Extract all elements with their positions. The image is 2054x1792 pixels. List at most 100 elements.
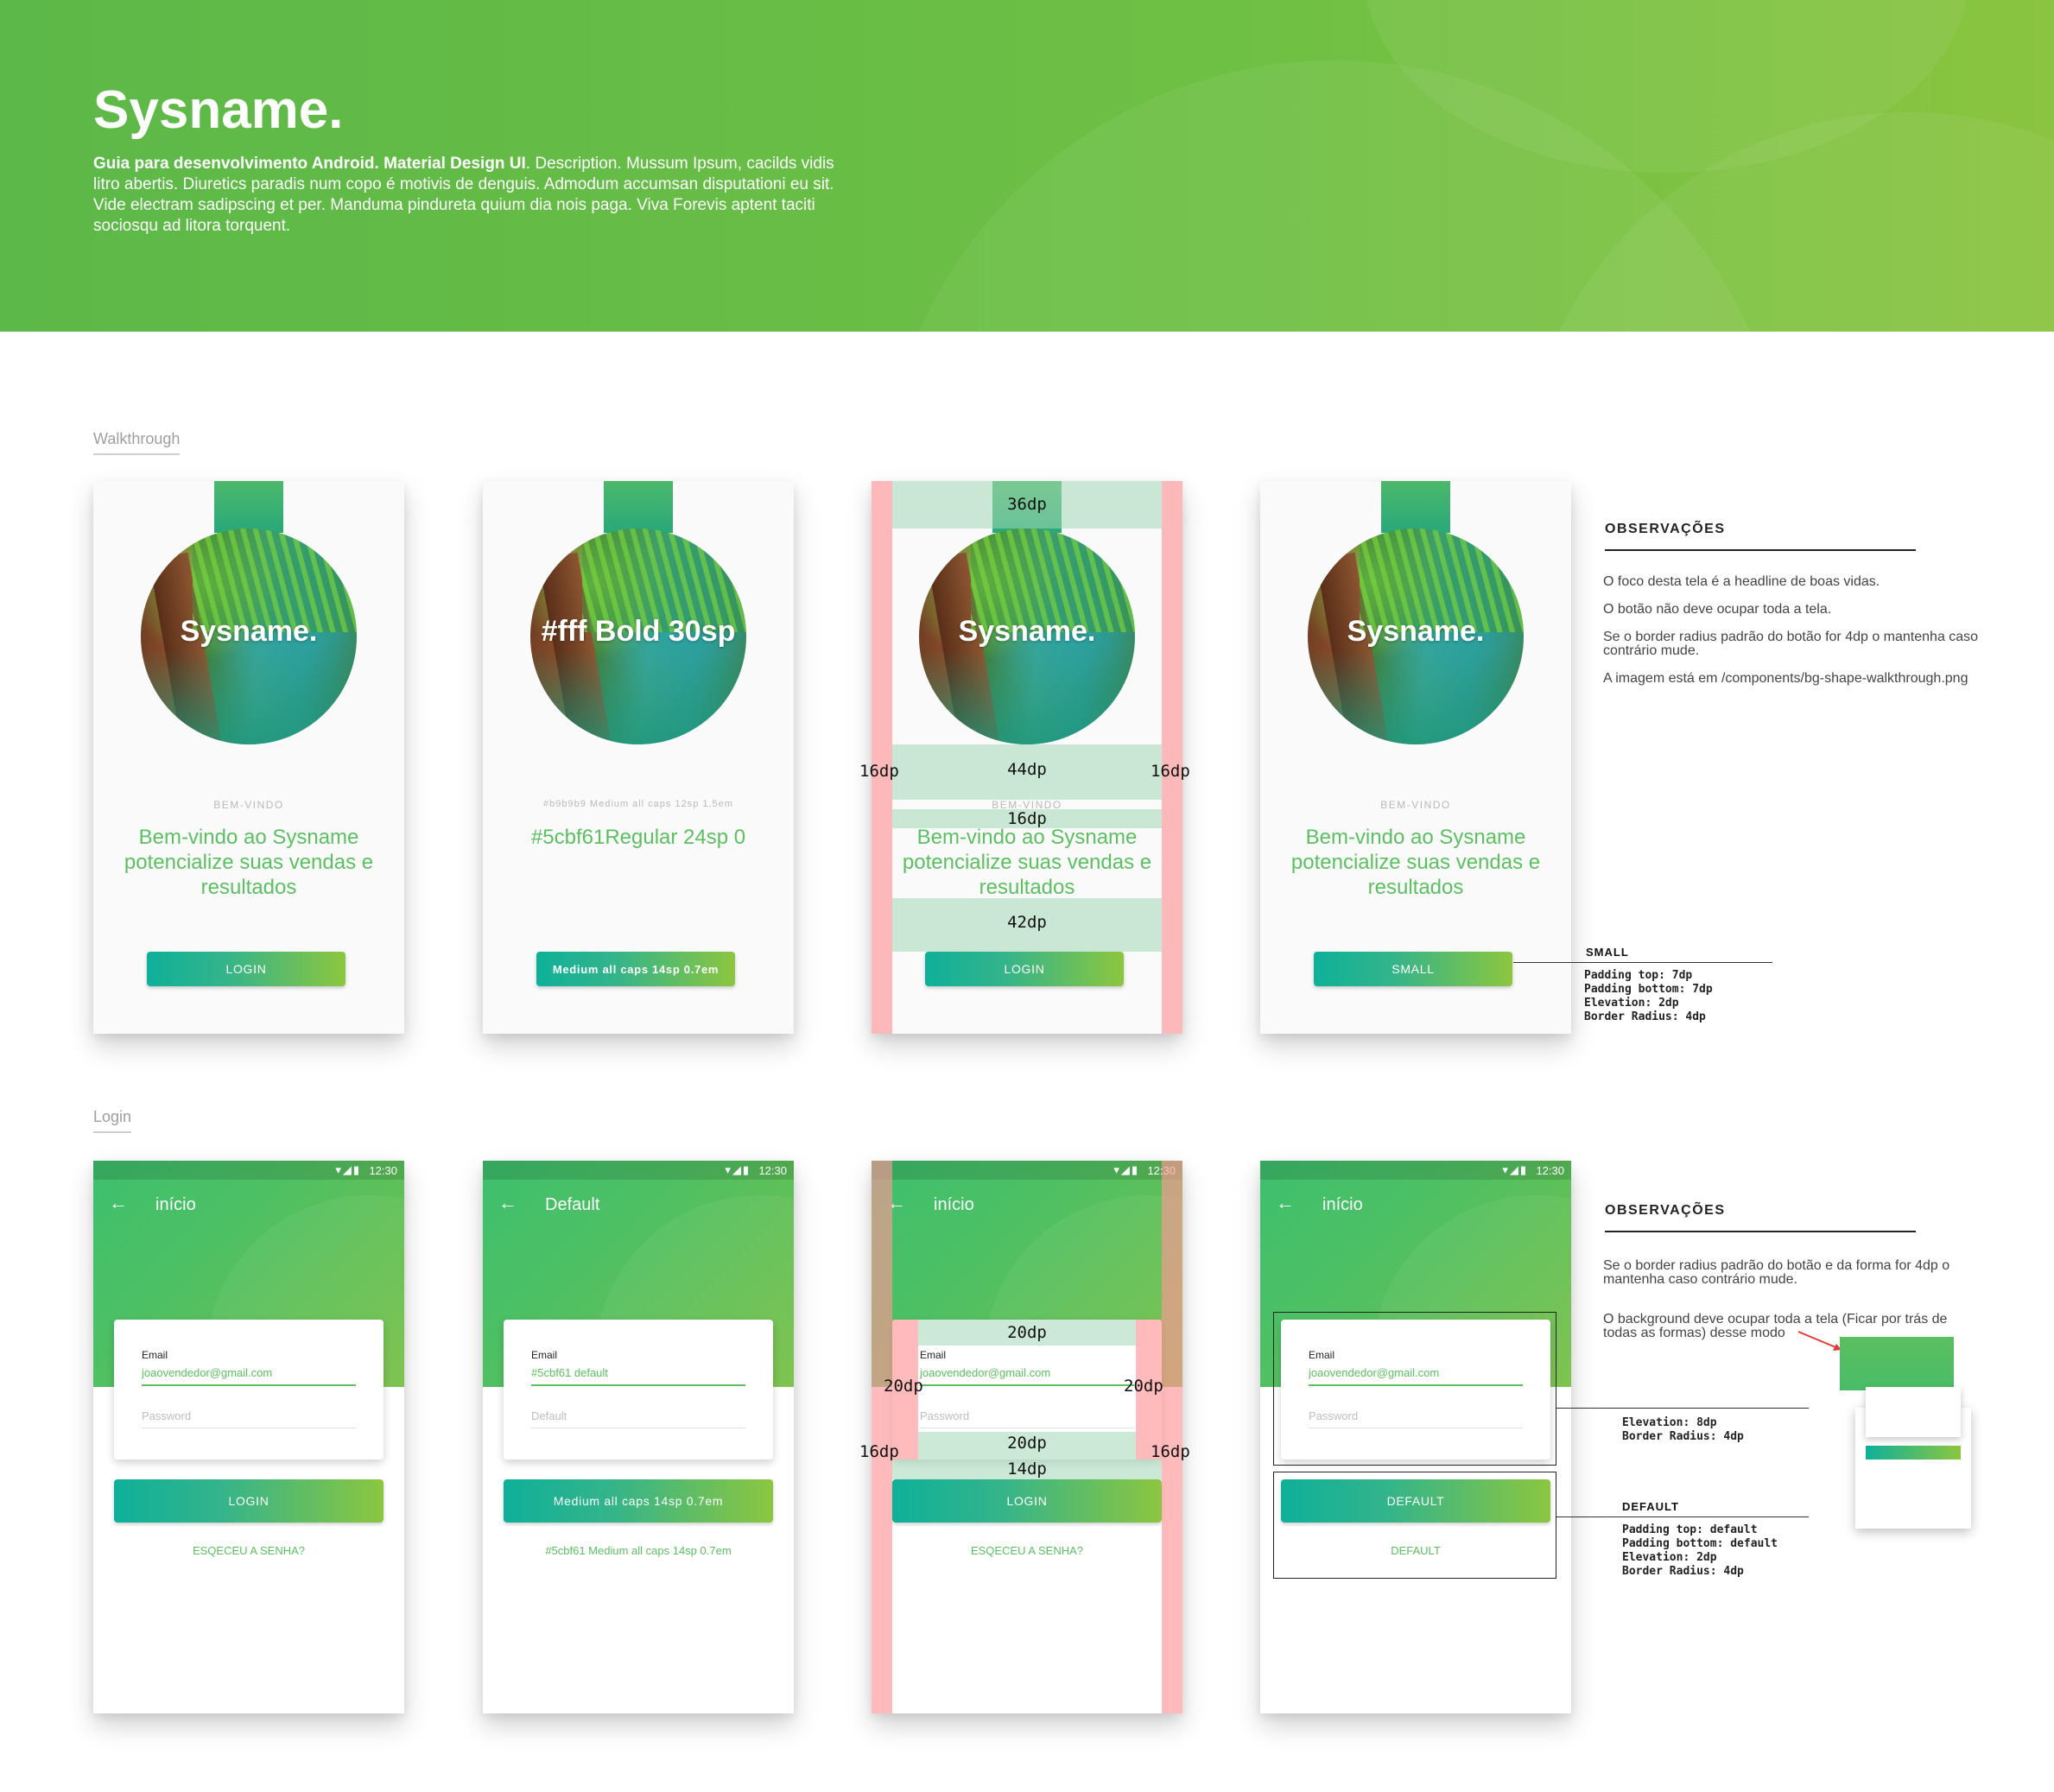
- note-item: O botão não deve ocupar toda a tela.: [1603, 602, 1832, 617]
- status-bar: ▾◢▮12:30: [483, 1161, 794, 1180]
- appbar-title: início: [934, 1195, 974, 1214]
- measure-top: 36dp: [1007, 495, 1047, 514]
- page-title: Sysname.: [93, 80, 344, 140]
- hero-banner: Sysname. Guia para desenvolvimento Andro…: [0, 0, 2054, 332]
- notes-title: OBSERVAÇÕES: [1605, 522, 1916, 551]
- measure-right: 20dp: [1124, 1377, 1163, 1396]
- brand-name: Sysname.: [1347, 615, 1485, 648]
- measure-left: 16dp: [859, 762, 899, 781]
- headline: Bem-vindo ao Sysname potencialize suas v…: [902, 826, 1152, 899]
- measure-left: 20dp: [884, 1377, 923, 1396]
- measure-mid: 44dp: [1007, 760, 1047, 779]
- login-form-card: Email joaovendedor@gmail.com Password: [114, 1320, 384, 1460]
- spec-pointer-line: [1513, 962, 1772, 963]
- kicker-text: BEM-VINDO: [213, 799, 284, 811]
- header-tab: [214, 481, 283, 533]
- login-button[interactable]: LOGIN: [147, 952, 346, 986]
- walkthrough-card: Sysname. BEM-VINDO Bem-vindo ao Sysname …: [93, 481, 404, 1034]
- link-spec[interactable]: #5cbf61 Medium all caps 14sp 0.7em: [483, 1544, 794, 1557]
- brand-name: Sysname.: [180, 615, 318, 648]
- form-spec-details: Elevation: 8dp Border Radius: 4dp: [1622, 1416, 1744, 1444]
- illustration-form: [1866, 1387, 1961, 1437]
- login-card-spec: ▾◢▮ 12:30 ← Default Email #5cbf61 default…: [483, 1161, 794, 1713]
- small-spec-title: SMALL: [1586, 946, 1629, 959]
- spec-line-text: Padding top: 7dp: [1584, 969, 1693, 982]
- note-item: Se o border radius padrão do botão for 4…: [1603, 630, 1979, 658]
- email-field[interactable]: joaovendedor@gmail.com: [142, 1366, 356, 1386]
- note-item: A imagem está em /components/bg-shape-wa…: [1603, 671, 1968, 686]
- kicker-text: BEM-VINDO: [1380, 799, 1451, 811]
- page-description: Guia para desenvolvimento Android. Mater…: [93, 154, 845, 237]
- email-label: Email: [531, 1349, 558, 1361]
- notes-title: OBSERVAÇÕES: [1605, 1203, 1916, 1232]
- small-button[interactable]: SMALL: [1314, 952, 1512, 986]
- button-spec[interactable]: Medium all caps 14sp 0.7em: [504, 1479, 773, 1523]
- email-field[interactable]: joaovendedor@gmail.com: [920, 1366, 1134, 1386]
- header-tab: [1381, 481, 1450, 533]
- measure-right: 16dp: [1151, 762, 1190, 781]
- brand-name: Sysname.: [958, 615, 1096, 648]
- email-label: Email: [142, 1349, 168, 1361]
- headline-spec: #5cbf61Regular 24sp 0: [530, 826, 746, 849]
- spec-line-text: Padding top: default: [1622, 1523, 1758, 1536]
- password-field[interactable]: Password: [142, 1409, 356, 1428]
- spec-line-text: Border Radius: 4dp: [1584, 1010, 1706, 1023]
- login-button[interactable]: LOGIN: [925, 952, 1124, 986]
- headline: Bem-vindo ao Sysname potencialize suas v…: [1290, 826, 1541, 899]
- status-time: 12:30: [1536, 1164, 1564, 1177]
- section-label-login: Login: [93, 1108, 132, 1133]
- back-arrow-icon[interactable]: ←: [1276, 1192, 1295, 1214]
- headline: Bem-vindo ao Sysname potencialize suas v…: [124, 826, 374, 899]
- signal-icon: ▾◢▮: [1502, 1163, 1528, 1176]
- measure-bottom: 42dp: [1007, 913, 1047, 932]
- walkthrough-card-spec: #fff Bold 30sp #b9b9b9 Medium all caps 1…: [483, 481, 794, 1034]
- password-field[interactable]: Default: [531, 1409, 745, 1428]
- forgot-password-link[interactable]: ESQECEU A SENHA?: [93, 1544, 404, 1557]
- brand-spec: #fff Bold 30sp: [541, 615, 736, 648]
- section-label-walkthrough: Walkthrough: [93, 430, 181, 455]
- back-arrow-icon[interactable]: ←: [498, 1192, 517, 1214]
- status-bar: ▾◢▮ 12:30: [1260, 1161, 1571, 1180]
- spec-line-text: Elevation: 8dp: [1622, 1416, 1717, 1429]
- status-time: 12:30: [369, 1164, 397, 1177]
- login-card: ▾◢▮ 12:30 ← início Email joaovendedor@gma…: [93, 1161, 404, 1713]
- login-form-card: Email #5cbf61 default Default: [504, 1320, 773, 1460]
- back-arrow-icon[interactable]: ←: [109, 1192, 128, 1214]
- measure-gap: 16dp: [1007, 809, 1047, 828]
- signal-icon: ▾◢▮: [1113, 1163, 1139, 1176]
- small-spec-details: Padding top: 7dp Padding bottom: 7dp Ele…: [1584, 969, 1713, 1024]
- spec-line-text: Border Radius: 4dp: [1622, 1430, 1744, 1443]
- measure-outer-left: 16dp: [859, 1442, 899, 1461]
- margin-left-overlay: [872, 481, 892, 1034]
- password-field[interactable]: Password: [920, 1409, 1134, 1428]
- login-card-measured: ▾◢▮12:30 ← início Email joaovendedor@gma…: [872, 1161, 1182, 1713]
- kicker-spec: #b9b9b9 Medium all caps 12sp 1.5em: [543, 799, 733, 809]
- appbar-title: início: [1322, 1195, 1363, 1214]
- note-item: Se o border radius padrão do botão e da …: [1603, 1258, 1950, 1287]
- status-bar: ▾◢▮12:30: [872, 1161, 1182, 1180]
- email-label: Email: [920, 1349, 947, 1361]
- spec-line-text: Elevation: 2dp: [1622, 1551, 1717, 1564]
- margin-right-overlay: [1162, 481, 1182, 1034]
- appbar-title: Default: [545, 1195, 600, 1214]
- button-spec[interactable]: Medium all caps 14sp 0.7em: [536, 952, 735, 986]
- note-item: O foco desta tela é a headline de boas v…: [1603, 574, 1880, 589]
- email-field[interactable]: #5cbf61 default: [531, 1366, 745, 1386]
- forgot-password-link[interactable]: ESQECEU A SENHA?: [872, 1544, 1182, 1557]
- signal-icon: ▾◢▮: [335, 1163, 361, 1176]
- measure-gap: 14dp: [1007, 1460, 1047, 1479]
- measure-bottom: 20dp: [1007, 1434, 1047, 1453]
- spec-pointer-line: [1556, 1408, 1809, 1409]
- header-tab: [604, 481, 673, 533]
- login-button[interactable]: LOGIN: [892, 1479, 1162, 1523]
- default-spec-details: Padding top: default Padding bottom: def…: [1622, 1523, 1778, 1579]
- spec-line-text: Padding bottom: default: [1622, 1537, 1778, 1550]
- walkthrough-card-measured: Sysname. BEM-VINDO Bem-vindo ao Sysname …: [872, 481, 1182, 1034]
- status-bar: ▾◢▮ 12:30: [93, 1161, 404, 1180]
- login-button[interactable]: LOGIN: [114, 1479, 384, 1523]
- description-bold: Guia para desenvolvimento Android. Mater…: [93, 155, 526, 173]
- spec-line-text: Padding bottom: 7dp: [1584, 983, 1713, 996]
- default-spec-title: DEFAULT: [1622, 1500, 1679, 1513]
- spec-line-text: Elevation: 2dp: [1584, 997, 1679, 1010]
- status-time: 12:30: [758, 1164, 787, 1177]
